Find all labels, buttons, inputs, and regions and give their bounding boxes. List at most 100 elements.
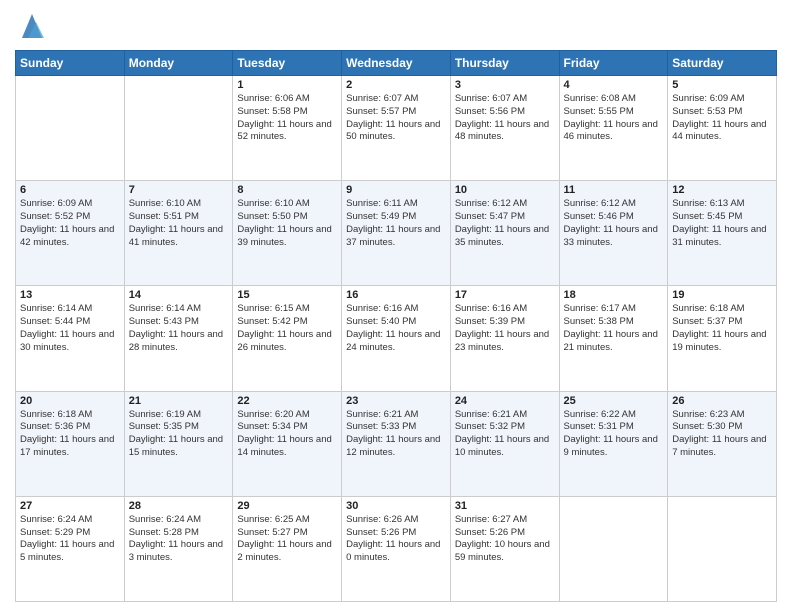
calendar-cell: 21Sunrise: 6:19 AMSunset: 5:35 PMDayligh… — [124, 391, 233, 496]
cell-info: Sunrise: 6:07 AMSunset: 5:57 PMDaylight:… — [346, 93, 446, 144]
cell-info: Sunrise: 6:14 AMSunset: 5:43 PMDaylight:… — [129, 303, 229, 354]
day-number: 24 — [455, 395, 555, 407]
cell-info: Sunrise: 6:21 AMSunset: 5:32 PMDaylight:… — [455, 409, 555, 460]
cell-info: Sunrise: 6:06 AMSunset: 5:58 PMDaylight:… — [237, 93, 337, 144]
cell-info: Sunrise: 6:26 AMSunset: 5:26 PMDaylight:… — [346, 514, 446, 565]
logo — [15, 10, 46, 42]
calendar-cell: 16 Sunrise: 6:16 AMSunset: 5:40 PMDayligh… — [342, 286, 451, 391]
day-number: 14 — [129, 289, 229, 301]
header — [15, 10, 777, 42]
calendar-cell — [559, 496, 668, 601]
day-number: 29 — [237, 500, 337, 512]
day-number: 20 — [20, 395, 120, 407]
day-number: 8 — [237, 184, 337, 196]
day-number: 18 — [564, 289, 664, 301]
day-number: 7 — [129, 184, 229, 196]
calendar-week-row: 1 Sunrise: 6:06 AMSunset: 5:58 PMDaylight… — [16, 76, 777, 181]
cell-info: Sunrise: 6:08 AMSunset: 5:55 PMDaylight:… — [564, 93, 664, 144]
calendar-cell: 13Sunrise: 6:14 AMSunset: 5:44 PMDayligh… — [16, 286, 125, 391]
day-of-week-header: Sunday — [16, 51, 125, 76]
calendar-cell: 6 Sunrise: 6:09 AMSunset: 5:52 PMDaylight… — [16, 181, 125, 286]
cell-info: Sunrise: 6:24 AMSunset: 5:28 PMDaylight:… — [129, 514, 229, 565]
cell-info: Sunrise: 6:10 AMSunset: 5:51 PMDaylight:… — [129, 198, 229, 249]
calendar-cell: 26Sunrise: 6:23 AMSunset: 5:30 PMDayligh… — [668, 391, 777, 496]
logo-text — [15, 10, 46, 42]
day-number: 6 — [20, 184, 120, 196]
calendar-cell: 1 Sunrise: 6:06 AMSunset: 5:58 PMDaylight… — [233, 76, 342, 181]
calendar-cell: 30 Sunrise: 6:26 AMSunset: 5:26 PMDayligh… — [342, 496, 451, 601]
day-of-week-header: Friday — [559, 51, 668, 76]
cell-info: Sunrise: 6:20 AMSunset: 5:34 PMDaylight:… — [237, 409, 337, 460]
day-number: 10 — [455, 184, 555, 196]
calendar-header-row: SundayMondayTuesdayWednesdayThursdayFrid… — [16, 51, 777, 76]
calendar-cell: 24 Sunrise: 6:21 AMSunset: 5:32 PMDayligh… — [450, 391, 559, 496]
calendar-cell: 28 Sunrise: 6:24 AMSunset: 5:28 PMDayligh… — [124, 496, 233, 601]
logo-icon — [18, 10, 46, 42]
cell-info: Sunrise: 6:09 AMSunset: 5:52 PMDaylight:… — [20, 198, 120, 249]
day-number: 3 — [455, 79, 555, 91]
calendar-cell: 14 Sunrise: 6:14 AMSunset: 5:43 PMDayligh… — [124, 286, 233, 391]
cell-info: Sunrise: 6:13 AMSunset: 5:45 PMDaylight:… — [672, 198, 772, 249]
calendar-cell: 5 Sunrise: 6:09 AMSunset: 5:53 PMDaylight… — [668, 76, 777, 181]
day-number: 27 — [20, 500, 120, 512]
calendar-cell: 22 Sunrise: 6:20 AMSunset: 5:34 PMDayligh… — [233, 391, 342, 496]
day-number: 26 — [672, 395, 772, 407]
cell-info: Sunrise: 6:10 AMSunset: 5:50 PMDaylight:… — [237, 198, 337, 249]
day-number: 15 — [237, 289, 337, 301]
cell-info: Sunrise: 6:21 AMSunset: 5:33 PMDaylight:… — [346, 409, 446, 460]
day-of-week-header: Wednesday — [342, 51, 451, 76]
day-number: 1 — [237, 79, 337, 91]
day-of-week-header: Thursday — [450, 51, 559, 76]
page: SundayMondayTuesdayWednesdayThursdayFrid… — [0, 0, 792, 612]
day-number: 19 — [672, 289, 772, 301]
day-number: 22 — [237, 395, 337, 407]
cell-info: Sunrise: 6:22 AMSunset: 5:31 PMDaylight:… — [564, 409, 664, 460]
day-number: 16 — [346, 289, 446, 301]
calendar-cell: 7 Sunrise: 6:10 AMSunset: 5:51 PMDaylight… — [124, 181, 233, 286]
calendar-cell: 3Sunrise: 6:07 AMSunset: 5:56 PMDaylight… — [450, 76, 559, 181]
day-number: 11 — [564, 184, 664, 196]
cell-info: Sunrise: 6:15 AMSunset: 5:42 PMDaylight:… — [237, 303, 337, 354]
calendar-cell — [16, 76, 125, 181]
calendar-cell: 10Sunrise: 6:12 AMSunset: 5:47 PMDayligh… — [450, 181, 559, 286]
day-number: 5 — [672, 79, 772, 91]
calendar-cell: 23Sunrise: 6:21 AMSunset: 5:33 PMDayligh… — [342, 391, 451, 496]
day-number: 17 — [455, 289, 555, 301]
cell-info: Sunrise: 6:18 AMSunset: 5:36 PMDaylight:… — [20, 409, 120, 460]
cell-info: Sunrise: 6:27 AMSunset: 5:26 PMDaylight:… — [455, 514, 555, 565]
cell-info: Sunrise: 6:18 AMSunset: 5:37 PMDaylight:… — [672, 303, 772, 354]
day-number: 25 — [564, 395, 664, 407]
cell-info: Sunrise: 6:16 AMSunset: 5:40 PMDaylight:… — [346, 303, 446, 354]
calendar-week-row: 20 Sunrise: 6:18 AMSunset: 5:36 PMDayligh… — [16, 391, 777, 496]
calendar-cell: 2 Sunrise: 6:07 AMSunset: 5:57 PMDaylight… — [342, 76, 451, 181]
calendar-cell: 27Sunrise: 6:24 AMSunset: 5:29 PMDayligh… — [16, 496, 125, 601]
day-number: 28 — [129, 500, 229, 512]
day-number: 13 — [20, 289, 120, 301]
day-number: 2 — [346, 79, 446, 91]
calendar-table: SundayMondayTuesdayWednesdayThursdayFrid… — [15, 50, 777, 602]
calendar-cell — [668, 496, 777, 601]
day-number: 4 — [564, 79, 664, 91]
calendar-cell: 17Sunrise: 6:16 AMSunset: 5:39 PMDayligh… — [450, 286, 559, 391]
calendar-cell: 9 Sunrise: 6:11 AMSunset: 5:49 PMDaylight… — [342, 181, 451, 286]
calendar-week-row: 13Sunrise: 6:14 AMSunset: 5:44 PMDayligh… — [16, 286, 777, 391]
calendar-cell: 15 Sunrise: 6:15 AMSunset: 5:42 PMDayligh… — [233, 286, 342, 391]
cell-info: Sunrise: 6:11 AMSunset: 5:49 PMDaylight:… — [346, 198, 446, 249]
cell-info: Sunrise: 6:25 AMSunset: 5:27 PMDaylight:… — [237, 514, 337, 565]
cell-info: Sunrise: 6:12 AMSunset: 5:46 PMDaylight:… — [564, 198, 664, 249]
day-of-week-header: Monday — [124, 51, 233, 76]
day-number: 30 — [346, 500, 446, 512]
calendar-cell: 4 Sunrise: 6:08 AMSunset: 5:55 PMDaylight… — [559, 76, 668, 181]
calendar-cell — [124, 76, 233, 181]
day-number: 21 — [129, 395, 229, 407]
day-number: 9 — [346, 184, 446, 196]
cell-info: Sunrise: 6:09 AMSunset: 5:53 PMDaylight:… — [672, 93, 772, 144]
calendar-cell: 11 Sunrise: 6:12 AMSunset: 5:46 PMDayligh… — [559, 181, 668, 286]
calendar-cell: 18 Sunrise: 6:17 AMSunset: 5:38 PMDayligh… — [559, 286, 668, 391]
calendar-cell: 25 Sunrise: 6:22 AMSunset: 5:31 PMDayligh… — [559, 391, 668, 496]
cell-info: Sunrise: 6:17 AMSunset: 5:38 PMDaylight:… — [564, 303, 664, 354]
calendar-cell: 29 Sunrise: 6:25 AMSunset: 5:27 PMDayligh… — [233, 496, 342, 601]
calendar-week-row: 27Sunrise: 6:24 AMSunset: 5:29 PMDayligh… — [16, 496, 777, 601]
calendar-week-row: 6 Sunrise: 6:09 AMSunset: 5:52 PMDaylight… — [16, 181, 777, 286]
day-number: 31 — [455, 500, 555, 512]
